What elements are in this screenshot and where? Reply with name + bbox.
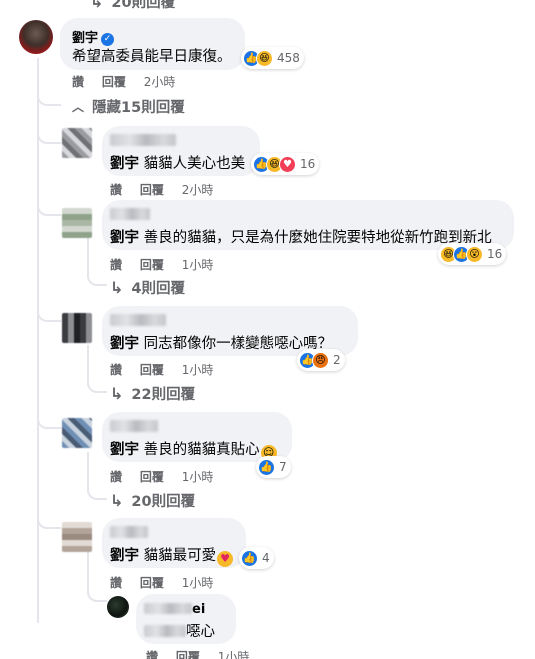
- thread-elbow: [87, 375, 107, 393]
- blurred-author-name: [110, 526, 148, 538]
- reply-arrow-icon: ↳: [110, 384, 124, 403]
- reply-arrow-icon: ↳: [110, 278, 124, 297]
- comment-text: 噁心: [144, 620, 215, 641]
- timestamp[interactable]: 1小時: [182, 258, 214, 272]
- reaction-summary[interactable]: 😆 👍 😮 16: [438, 243, 507, 265]
- comment-actions: 讚 回覆 2小時: [72, 73, 189, 90]
- avatar[interactable]: [62, 128, 92, 158]
- avatar[interactable]: [62, 313, 92, 343]
- avatar[interactable]: [62, 418, 92, 448]
- blurred-author-name: [110, 420, 158, 432]
- reply-button[interactable]: 回覆: [176, 650, 200, 659]
- love-reaction-icon: ♥: [279, 155, 296, 173]
- comment-author[interactable]: ei: [144, 602, 205, 617]
- reply-button[interactable]: 回覆: [140, 576, 164, 590]
- blurred-author-name: [110, 134, 176, 146]
- like-reaction-icon: 👍: [258, 458, 275, 476]
- thread-elbow: [87, 582, 107, 602]
- comment-actions: 讚 回覆 1小時: [146, 648, 263, 659]
- angry-reaction-icon: 😠: [312, 351, 329, 369]
- comment-text: 劉宇 貓貓人美心也美: [110, 156, 246, 172]
- blurred-text: [144, 625, 186, 637]
- reply-button[interactable]: 回覆: [140, 363, 164, 377]
- timestamp[interactable]: 1小時: [182, 363, 214, 377]
- mention[interactable]: 劉宇: [110, 336, 139, 352]
- thread-elbow: [37, 308, 61, 322]
- comment-actions: 讚 回覆 1小時: [110, 468, 227, 485]
- heart-eyes-emoji-icon: ♥: [217, 551, 234, 567]
- timestamp[interactable]: 2小時: [144, 75, 176, 89]
- avatar[interactable]: [62, 522, 92, 552]
- mention[interactable]: 劉宇: [110, 442, 139, 458]
- thread-elbow: [37, 202, 61, 216]
- timestamp[interactable]: 1小時: [182, 576, 214, 590]
- mention[interactable]: 劉宇: [110, 230, 139, 246]
- reply-arrow-icon: ↳: [90, 0, 104, 11]
- top-more-replies-link[interactable]: ↳ 20則回覆: [90, 0, 175, 12]
- timestamp[interactable]: 1小時: [182, 470, 214, 484]
- comment-author[interactable]: 劉宇 ✓: [72, 27, 115, 46]
- reaction-summary[interactable]: 👍 7: [256, 456, 291, 478]
- comment-text: 劉宇 貓貓最可愛 ♥: [110, 544, 234, 567]
- avatar[interactable]: [62, 208, 92, 238]
- thread-elbow: [37, 515, 61, 529]
- reply-button[interactable]: 回覆: [140, 183, 164, 197]
- comment-actions: 讚 回覆 1小時: [110, 574, 227, 591]
- haha-reaction-icon: 😆: [256, 49, 273, 67]
- comment-actions: 讚 回覆 1小時: [110, 256, 227, 273]
- thread-line: [37, 58, 39, 623]
- view-replies-link[interactable]: ↳ 4則回覆: [110, 277, 185, 298]
- comment-text: 劉宇 同志都像你一樣變態噁心嗎？: [110, 336, 333, 352]
- like-button[interactable]: 讚: [110, 363, 122, 377]
- reply-button[interactable]: 回覆: [140, 470, 164, 484]
- comment-text: 劉宇 善良的貓貓真貼心 ☺: [110, 438, 277, 461]
- avatar[interactable]: [107, 596, 129, 618]
- thread-elbow: [87, 268, 107, 286]
- thread-elbow: [87, 482, 107, 500]
- avatar[interactable]: [19, 20, 53, 54]
- mention[interactable]: 劉宇: [110, 156, 139, 172]
- blurred-author-name: [110, 208, 150, 220]
- chevron-up-icon: ︿: [72, 100, 85, 114]
- reply-button[interactable]: 回覆: [140, 258, 164, 272]
- like-button[interactable]: 讚: [110, 183, 122, 197]
- like-button[interactable]: 讚: [110, 470, 122, 484]
- like-button[interactable]: 讚: [110, 258, 122, 272]
- comment-actions: 讚 回覆 1小時: [110, 361, 227, 378]
- like-button[interactable]: 讚: [110, 576, 122, 590]
- reaction-summary[interactable]: 👍 😆 ♥ 16: [251, 153, 320, 175]
- comment-text: 希望高委員能早日康復。: [72, 49, 232, 65]
- reaction-summary[interactable]: 👍 😠 2: [297, 349, 345, 371]
- wow-reaction-icon: 😮: [466, 245, 483, 263]
- blurred-author-name: [110, 314, 166, 326]
- thread-elbow: [37, 415, 61, 429]
- thread-elbow: [37, 92, 61, 106]
- reply-button[interactable]: 回覆: [102, 75, 126, 89]
- mention[interactable]: 劉宇: [110, 548, 139, 564]
- comment-text: 劉宇 善良的貓貓，只是為什麼她住院要特地從新竹跑到新北: [110, 230, 492, 246]
- view-replies-link[interactable]: ↳ 22則回覆: [110, 383, 195, 404]
- like-button[interactable]: 讚: [146, 650, 158, 659]
- reaction-summary[interactable]: 👍 4: [239, 547, 274, 569]
- timestamp[interactable]: 2小時: [182, 183, 214, 197]
- like-button[interactable]: 讚: [72, 75, 84, 89]
- thread-elbow: [37, 130, 61, 144]
- timestamp[interactable]: 1小時: [218, 650, 250, 659]
- like-reaction-icon: 👍: [241, 549, 258, 567]
- view-replies-link[interactable]: ↳ 20則回覆: [110, 490, 195, 511]
- reply-arrow-icon: ↳: [110, 491, 124, 510]
- blurred-author-name: [144, 603, 192, 614]
- comment-actions: 讚 回覆 2小時: [110, 181, 227, 198]
- reaction-summary[interactable]: 👍 😆 458: [241, 47, 304, 69]
- hide-replies-button[interactable]: ︿ 隱藏15則回覆: [72, 96, 185, 117]
